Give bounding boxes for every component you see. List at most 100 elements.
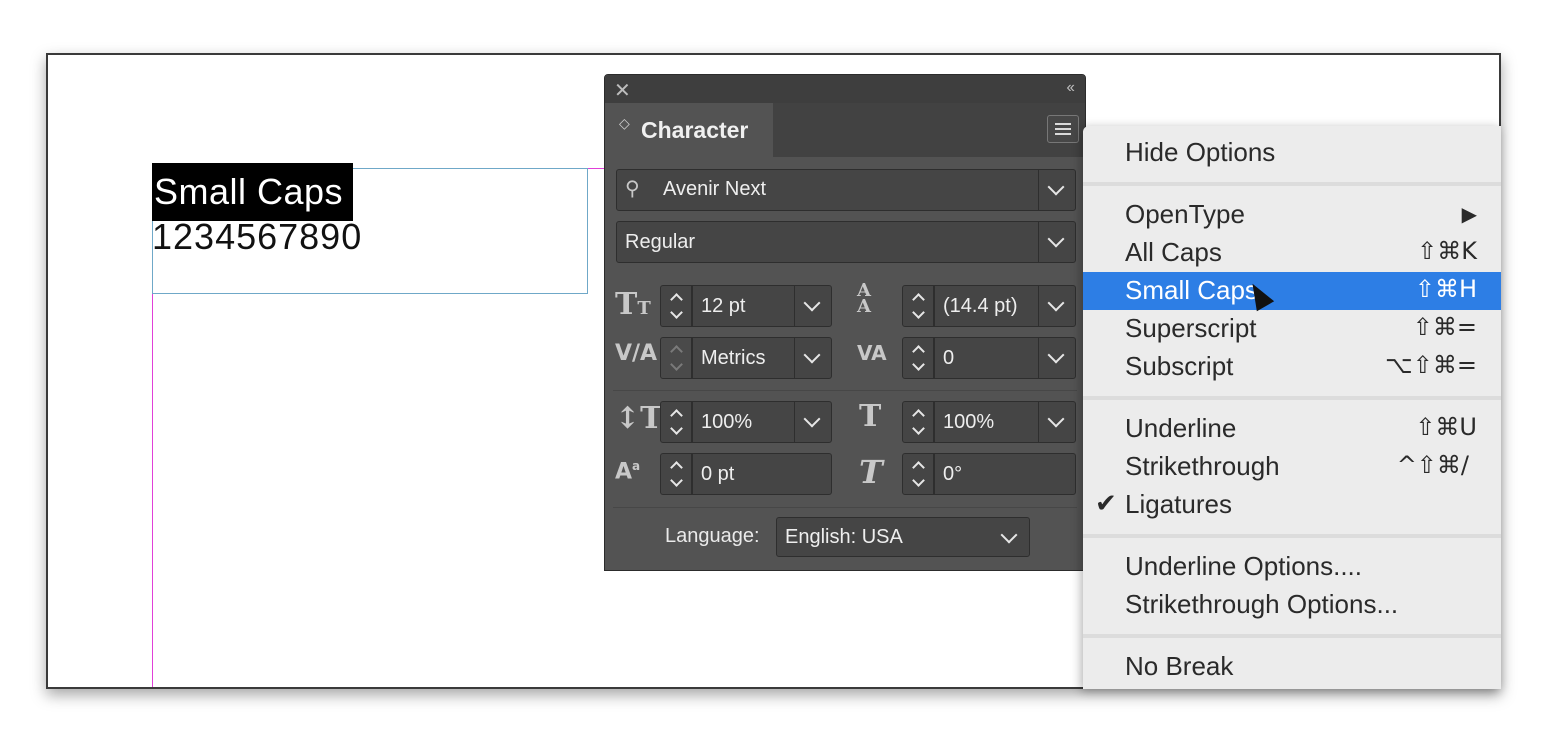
language-select[interactable]: English: USA (776, 517, 1030, 557)
menu-item-label: All Caps (1125, 237, 1222, 267)
menu-item-underline-options[interactable]: Underline Options.... (1083, 548, 1501, 586)
horizontal-scale-icon: T (859, 399, 882, 434)
submenu-arrow-icon: ▶ (1461, 202, 1477, 226)
horizontal-scale-dropdown[interactable] (1038, 402, 1075, 442)
menu-separator (1083, 396, 1501, 400)
chevron-down-icon (1000, 526, 1018, 544)
font-size-stepper[interactable] (660, 285, 692, 327)
chevron-down-icon (803, 410, 821, 428)
chevron-down-icon (1047, 230, 1065, 248)
chevron-down-icon (803, 346, 821, 364)
font-style-dropdown[interactable] (1038, 222, 1075, 262)
skew-field[interactable]: 0° (934, 453, 1076, 495)
tracking-dropdown[interactable] (1038, 338, 1075, 378)
skew-value: 0° (943, 463, 963, 485)
vertical-scale-icon: ↕T (615, 401, 663, 436)
tracking-value: 0 (943, 347, 955, 369)
menu-item-shortcut: ⇧⌘K (1417, 237, 1477, 265)
chevron-down-icon (1047, 178, 1065, 196)
panel-divider (613, 507, 1077, 508)
font-size-icon: TT (615, 287, 651, 322)
close-icon[interactable]: ✕ (614, 78, 631, 103)
skew-stepper[interactable] (902, 453, 934, 495)
panel-divider (613, 390, 1077, 391)
chevron-down-icon (803, 294, 821, 312)
kerning-dropdown[interactable] (794, 338, 831, 378)
leading-dropdown[interactable] (1038, 286, 1075, 326)
baseline-shift-field[interactable]: 0 pt (692, 453, 832, 495)
kerning-field[interactable]: Metrics (692, 337, 832, 379)
menu-item-shortcut: ⇧⌘U (1415, 413, 1477, 441)
horizontal-scale-stepper[interactable] (902, 401, 934, 443)
font-style-field[interactable]: Regular (616, 221, 1076, 263)
menu-item-shortcut: ⇧⌘= (1412, 313, 1477, 341)
kerning-value: Metrics (701, 347, 766, 369)
menu-item-shortcut: ⌥⇧⌘= (1385, 351, 1477, 379)
menu-separator (1083, 634, 1501, 638)
menu-item-label: Subscript (1125, 351, 1234, 381)
menu-item-label: Underline (1125, 413, 1237, 443)
text-line-numbers[interactable]: 1234567890 (152, 217, 362, 257)
vertical-scale-dropdown[interactable] (794, 402, 831, 442)
menu-item-label: Superscript (1125, 313, 1257, 343)
menu-item-label: Ligatures (1125, 489, 1232, 519)
font-family-field[interactable]: ⚲ Avenir Next (616, 169, 1076, 211)
font-family-value: Avenir Next (663, 178, 767, 200)
menu-item-label: Hide Options (1125, 137, 1276, 167)
leading-icon: AA (857, 280, 871, 317)
menu-item-strikethrough-options[interactable]: Strikethrough Options... (1083, 586, 1501, 624)
baseline-shift-stepper[interactable] (660, 453, 692, 495)
tracking-icon: VA (857, 341, 887, 365)
tab-character[interactable]: ◇ Character (605, 103, 773, 157)
skew-icon: T (859, 453, 883, 491)
menu-item-shortcut: ⇧⌘H (1414, 275, 1477, 303)
collapse-icon[interactable]: ‹‹ (1066, 79, 1075, 97)
font-size-dropdown[interactable] (794, 286, 831, 326)
menu-item-superscript[interactable]: Superscript ⇧⌘= (1083, 310, 1501, 348)
kerning-icon: V/A (615, 341, 658, 366)
font-family-dropdown[interactable] (1038, 170, 1075, 210)
language-label: Language: (665, 525, 760, 547)
font-style-value: Regular (625, 231, 696, 253)
menu-item-label: No Break (1125, 651, 1234, 681)
menu-item-subscript[interactable]: Subscript ⌥⇧⌘= (1083, 348, 1501, 386)
horizontal-scale-value: 100% (943, 411, 995, 433)
panel-options-menu: Hide Options OpenType ▶ All Caps ⇧⌘K Small… (1083, 126, 1501, 689)
tracking-stepper[interactable] (902, 337, 934, 379)
selected-text[interactable]: Small Caps (152, 163, 354, 221)
panel-title-bar[interactable] (605, 75, 1085, 103)
menu-item-shortcut: ^⇧⌘/ (1396, 451, 1469, 479)
kerning-stepper (660, 337, 692, 379)
menu-item-opentype[interactable]: OpenType ▶ (1083, 196, 1501, 234)
menu-separator (1083, 182, 1501, 186)
menu-separator (1083, 534, 1501, 538)
menu-item-label: Strikethrough Options... (1125, 589, 1399, 619)
menu-item-all-caps[interactable]: All Caps ⇧⌘K (1083, 234, 1501, 272)
checkmark-icon: ✔ (1095, 489, 1117, 519)
menu-item-ligatures[interactable]: ✔ Ligatures (1083, 486, 1501, 524)
menu-item-no-break[interactable]: No Break (1083, 648, 1501, 686)
menu-item-small-caps[interactable]: Small Caps ⇧⌘H (1083, 272, 1501, 310)
menu-item-hide-options[interactable]: Hide Options (1083, 134, 1501, 172)
panel-menu-button[interactable] (1047, 115, 1079, 143)
language-value: English: USA (785, 526, 903, 548)
menu-item-label: Strikethrough (1125, 451, 1280, 481)
vertical-scale-value: 100% (701, 411, 753, 433)
search-icon: ⚲ (625, 176, 640, 200)
leading-stepper[interactable] (902, 285, 934, 327)
menu-item-underline[interactable]: Underline ⇧⌘U (1083, 410, 1501, 448)
menu-item-label: Underline Options.... (1125, 551, 1363, 581)
character-panel: ✕ ‹‹ ◇ Character ⚲ Avenir Next Regular T… (604, 74, 1086, 571)
leading-value: (14.4 pt) (943, 295, 1018, 317)
menu-item-label: OpenType (1125, 199, 1245, 229)
font-size-field[interactable]: 12 pt (692, 285, 832, 327)
horizontal-scale-field[interactable]: 100% (934, 401, 1076, 443)
tracking-field[interactable]: 0 (934, 337, 1076, 379)
vertical-scale-field[interactable]: 100% (692, 401, 832, 443)
font-size-value: 12 pt (701, 295, 746, 317)
chevron-down-icon (1047, 346, 1065, 364)
menu-item-strikethrough[interactable]: Strikethrough ^⇧⌘/ (1083, 448, 1501, 486)
vertical-scale-stepper[interactable] (660, 401, 692, 443)
tab-toggle-icon[interactable]: ◇ (619, 116, 630, 130)
leading-field[interactable]: (14.4 pt) (934, 285, 1076, 327)
